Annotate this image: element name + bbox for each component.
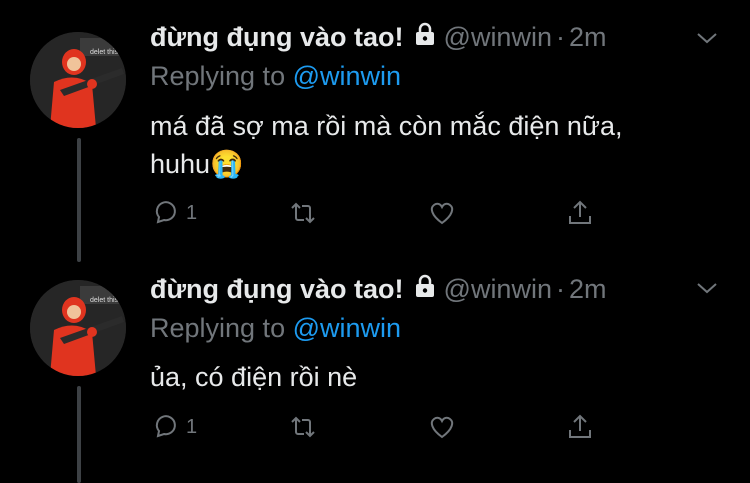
avatar-image: delet this [30, 32, 126, 128]
avatar-caption: delet this [90, 49, 119, 56]
heart-icon [430, 416, 454, 439]
action-bar: 1 [150, 412, 610, 444]
reply-mention[interactable]: @winwin [293, 313, 401, 343]
reply-button[interactable]: 1 [150, 198, 197, 228]
handle[interactable]: @winwin [444, 22, 552, 53]
timestamp[interactable]: 2m [569, 22, 607, 53]
chevron-down-icon[interactable] [695, 26, 719, 50]
avatar[interactable]: delet this [30, 280, 126, 376]
share-icon [569, 200, 591, 224]
replying-to: Replying to @winwin [150, 313, 401, 344]
replying-prefix: Replying to [150, 61, 293, 91]
tweet-text-line: má đã sợ ma rồi mà còn mắc điện nữa, [150, 111, 623, 141]
lock-icon [414, 22, 436, 53]
separator: · [555, 22, 565, 52]
share-button[interactable] [565, 412, 595, 442]
tweet-header: đừng đụng vào tao! @winwin · 2m [150, 274, 606, 305]
tweet-text-line2: huhu [150, 149, 211, 179]
reply-icon [155, 201, 176, 224]
retweet-icon [291, 416, 315, 438]
handle[interactable]: @winwin [444, 274, 552, 305]
tweet[interactable]: delet this đừng đụng vào tao! @winwin · … [0, 262, 750, 483]
chevron-down-icon[interactable] [695, 276, 719, 300]
replying-to: Replying to @winwin [150, 61, 401, 92]
display-name[interactable]: đừng đụng vào tao! [150, 22, 404, 53]
tweet-text: má đã sợ ma rồi mà còn mắc điện nữa, huh… [150, 107, 710, 183]
reply-icon [155, 415, 176, 438]
tweet[interactable]: delet this đừng đụng vào tao! @winwin · … [0, 0, 750, 262]
reply-count: 1 [186, 415, 198, 438]
share-button[interactable] [565, 198, 595, 228]
heart-icon [430, 202, 454, 225]
reply-button[interactable]: 1 [150, 412, 197, 442]
avatar-image: delet this [30, 280, 126, 376]
replying-prefix: Replying to [150, 313, 293, 343]
timestamp[interactable]: 2m [569, 274, 607, 305]
reply-mention[interactable]: @winwin [293, 61, 401, 91]
reply-count: 1 [186, 201, 198, 224]
retweet-button[interactable] [288, 412, 318, 442]
avatar-caption: delet this [90, 297, 119, 304]
like-button[interactable] [427, 198, 457, 228]
tweet-text-line: huhu😭 [150, 145, 710, 183]
retweet-icon [291, 202, 315, 224]
thread-line [77, 138, 81, 262]
like-button[interactable] [427, 412, 457, 442]
lock-icon [414, 274, 436, 305]
retweet-button[interactable] [288, 198, 318, 228]
separator: · [555, 274, 565, 304]
tweet-header: đừng đụng vào tao! @winwin · 2m [150, 22, 606, 53]
tweet-text: ủa, có điện rồi nè [150, 358, 710, 396]
action-bar: 1 [150, 198, 610, 230]
share-icon [569, 414, 591, 438]
thread-line [77, 386, 81, 483]
tweet-text-line: ủa, có điện rồi nè [150, 362, 358, 392]
display-name[interactable]: đừng đụng vào tao! [150, 274, 404, 305]
avatar[interactable]: delet this [30, 32, 126, 128]
crying-emoji: 😭 [210, 149, 244, 179]
